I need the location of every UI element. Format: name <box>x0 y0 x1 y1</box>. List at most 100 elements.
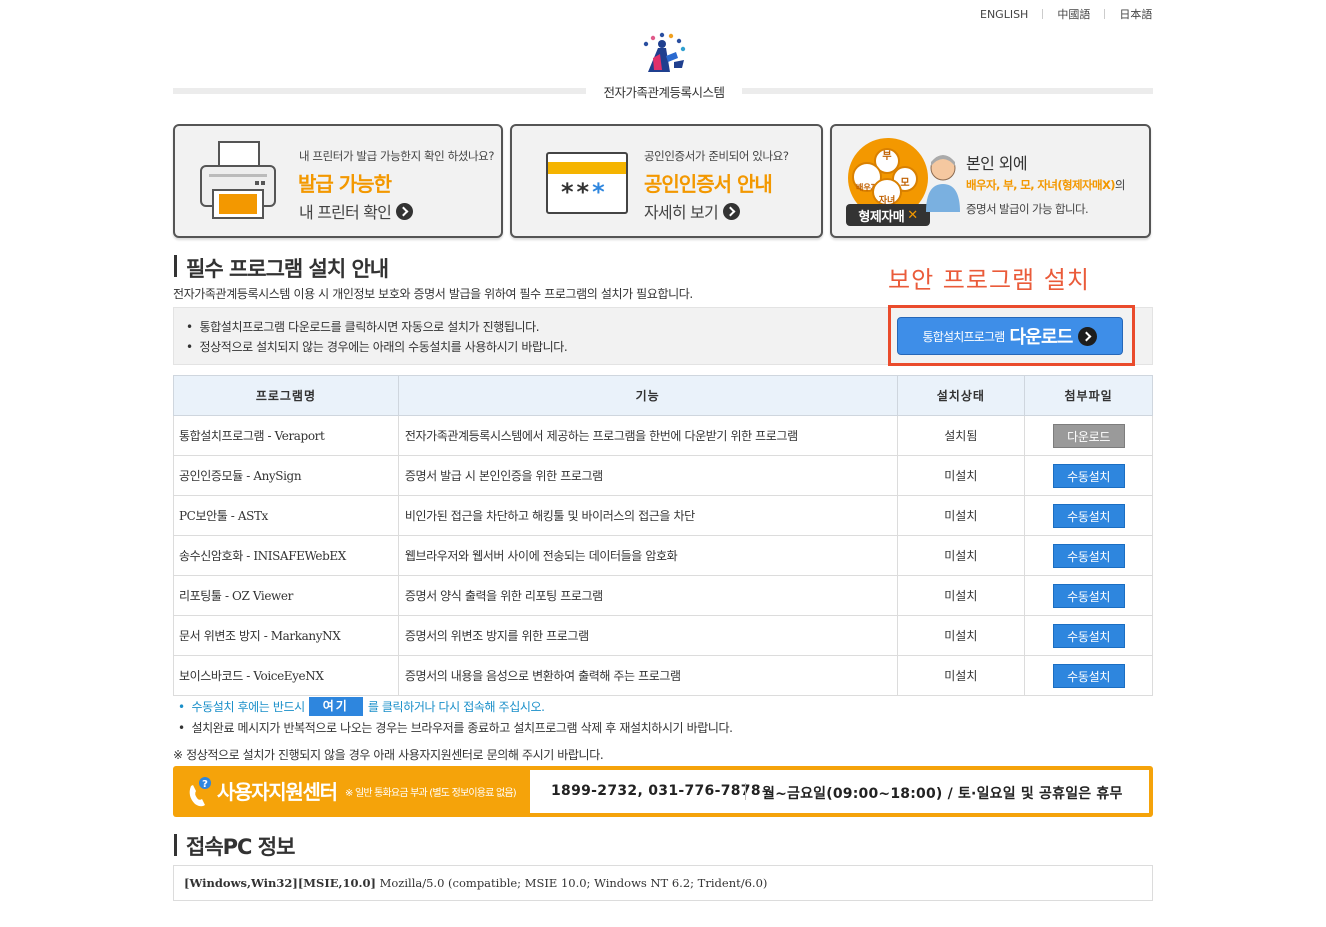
program-name: 공인인증모듈 - AnySign <box>173 455 399 496</box>
lang-english-link[interactable]: ENGLISH <box>980 8 1028 21</box>
bullet: • <box>186 340 193 354</box>
notice-item: • 통합설치프로그램 다운로드를 클릭하시면 자동으로 설치가 진행됩니다. <box>186 318 540 335</box>
certificate-detail-link[interactable]: 자세히 보기 <box>644 199 740 223</box>
install-status: 미설치 <box>896 655 1026 696</box>
family-line1: 본인 외에 <box>966 154 1028 173</box>
printer-question: 내 프린터가 발급 가능한지 확인 하셨나요? <box>299 149 495 163</box>
download-button-small-label: 통합설치프로그램 <box>922 329 1006 344</box>
program-function: 웹브라우저와 웹서버 사이에 전송되는 데이터들을 암호화 <box>397 535 898 576</box>
install-status: 미설치 <box>896 575 1026 616</box>
sibling-badge-label: 형제자매 <box>858 209 905 225</box>
table-row: PC보안툴 - ASTx 비인가된 접근을 차단하고 해킹툴 및 바이러스의 접… <box>173 495 1153 536</box>
child-bubble: 자녀 <box>872 178 902 206</box>
card-stars: *** <box>561 178 608 206</box>
attachment-cell: 다운로드 <box>1024 415 1153 456</box>
table-header-row: 프로그램명 기능 설치상태 첨부파일 <box>173 375 1153 416</box>
manual-install-note: • 수동설치 후에는 반드시 여기 를 클릭하거나 다시 접속해 주십시오. <box>178 697 545 716</box>
manual-install-button[interactable]: 수동설치 <box>1052 623 1125 648</box>
bullet: • <box>178 721 185 735</box>
manual-install-button[interactable]: 수동설치 <box>1052 583 1125 608</box>
printer-check-box[interactable]: 내 프린터가 발급 가능한지 확인 하셨나요? 발급 가능한 내 프린터 확인 <box>173 124 503 238</box>
printer-check-link[interactable]: 내 프린터 확인 <box>299 199 414 223</box>
phone-icon: ? <box>189 777 211 807</box>
card-stripe <box>548 162 626 174</box>
notice-text: 정상적으로 설치되지 않는 경우에는 아래의 수동설치를 사용하시기 바랍니다. <box>199 340 568 354</box>
family-line3: 증명서 발급이 가능 합니다. <box>966 202 1089 216</box>
reinstall-note: • 설치완료 메시지가 반복적으로 나오는 경우는 브라우저를 종료하고 설치프… <box>178 719 733 736</box>
table-row: 공인인증모듈 - AnySign 증명서 발급 시 본인인증을 위한 프로그램 … <box>173 455 1153 496</box>
section-title-pc-info: 접속PC 정보 <box>186 835 295 859</box>
header-program-name: 프로그램명 <box>173 375 399 416</box>
here-button[interactable]: 여기 <box>308 697 363 716</box>
bullet: • <box>186 320 193 334</box>
header-install-status: 설치상태 <box>896 375 1026 416</box>
manual-install-button[interactable]: 수동설치 <box>1052 503 1125 528</box>
security-program-label: 보안 프로그램 설치 <box>888 266 1090 294</box>
note-suffix: 를 클릭하거나 다시 접속해 주십시오. <box>367 700 545 714</box>
pc-info-platform: [Windows,Win32][MSIE,10.0] <box>184 876 376 890</box>
install-status: 미설치 <box>896 535 1026 576</box>
arrow-right-icon <box>1078 326 1098 346</box>
printer-headline: 발급 가능한 <box>298 172 392 196</box>
pc-info-useragent: Mozilla/5.0 (compatible; MSIE 10.0; Wind… <box>375 876 768 890</box>
sibling-excluded-badge: 형제자매 ✕ <box>846 204 930 226</box>
install-status: 미설치 <box>896 455 1026 496</box>
site-title: 전자가족관계등록시스템 <box>586 82 742 101</box>
site-logo-icon[interactable] <box>636 32 692 78</box>
printer-check-label: 내 프린터 확인 <box>299 203 392 222</box>
family-highlight: 배우자, 부, 모, 자녀(형제자매X) <box>966 178 1115 192</box>
manual-install-button[interactable]: 수동설치 <box>1052 463 1125 488</box>
section-title-install: 필수 프로그램 설치 안내 <box>186 257 389 281</box>
x-mark-icon: ✕ <box>907 207 918 223</box>
svg-text:?: ? <box>202 779 208 790</box>
install-description: 전자가족관계등록시스템 이용 시 개인정보 보호와 증명서 발급을 위하여 필수… <box>173 287 693 301</box>
download-button-large-label: 다운로드 <box>1009 327 1073 348</box>
attachment-cell: 수동설치 <box>1024 455 1153 496</box>
notice-text: 통합설치프로그램 다운로드를 클릭하시면 자동으로 설치가 진행됩니다. <box>199 320 540 334</box>
program-name: 송수신암호화 - INISAFEWebEX <box>173 535 399 576</box>
certificate-detail-label: 자세히 보기 <box>644 203 719 222</box>
program-name: 보이스바코드 - VoiceEyeNX <box>173 655 399 696</box>
table-row: 리포팅툴 - OZ Viewer 증명서 양식 출력을 위한 리포팅 프로그램 … <box>173 575 1153 616</box>
lang-chinese-link[interactable]: 中國語 <box>1057 6 1090 22</box>
printer-icon <box>200 141 276 219</box>
program-function: 비인가된 접근을 차단하고 해킹툴 및 바이러스의 접근을 차단 <box>397 495 898 536</box>
family-suffix: 의 <box>1114 178 1126 192</box>
install-status: 미설치 <box>896 615 1026 656</box>
support-hours: 월~금요일(09:00~18:00) / 토·일요일 및 공휴일은 휴무 <box>762 786 1123 802</box>
certificate-card-icon: *** <box>546 152 628 214</box>
manual-install-button[interactable]: 수동설치 <box>1052 543 1125 568</box>
integrated-download-button[interactable]: 통합설치프로그램 다운로드 <box>897 317 1123 355</box>
table-row: 문서 위변조 방지 - MarkanyNX 증명서의 위변조 방지를 위한 프로… <box>173 615 1153 656</box>
program-name: 리포팅툴 - OZ Viewer <box>173 575 399 616</box>
family-info-box[interactable]: 부 모 배우자 자녀 형제자매 ✕ 본인 외에 배우자, 부, 모, 자녀(형제… <box>830 124 1151 238</box>
lang-divider <box>1042 9 1044 19</box>
lang-divider <box>1104 9 1106 19</box>
certificate-guide-box[interactable]: *** 공인인증서가 준비되어 있나요? 공인인증서 안내 자세히 보기 <box>510 124 823 238</box>
arrow-right-icon <box>396 202 414 220</box>
attachment-cell: 수동설치 <box>1024 615 1153 656</box>
attachment-cell: 수동설치 <box>1024 535 1153 576</box>
program-function: 증명서 양식 출력을 위한 리포팅 프로그램 <box>397 575 898 616</box>
attachment-cell: 수동설치 <box>1024 655 1153 696</box>
program-function: 증명서의 내용을 음성으로 변환하여 출력해 주는 프로그램 <box>397 655 898 696</box>
support-contact-note: ※ 정상적으로 설치가 진행되지 않을 경우 아래 사용자지원센터로 문의해 주… <box>173 748 604 762</box>
install-status: 설치됨 <box>896 415 1026 456</box>
attachment-cell: 수동설치 <box>1024 495 1153 536</box>
program-name: 문서 위변조 방지 - MarkanyNX <box>173 615 399 656</box>
support-center-title: 사용자지원센터 <box>217 780 338 804</box>
arrow-right-icon <box>722 202 740 220</box>
lang-japanese-link[interactable]: 日本語 <box>1119 6 1152 22</box>
program-table: 프로그램명 기능 설치상태 첨부파일 통합설치프로그램 - Veraport 전… <box>173 375 1153 696</box>
install-status: 미설치 <box>896 495 1026 536</box>
program-name: 통합설치프로그램 - Veraport <box>173 415 399 456</box>
manual-install-button[interactable]: 수동설치 <box>1052 663 1125 688</box>
support-center-fee-note: ※ 일반 통화요금 부과 (별도 정보이용료 없음) <box>345 788 517 799</box>
notice-item: • 정상적으로 설치되지 않는 경우에는 아래의 수동설치를 사용하시기 바랍니… <box>186 338 568 355</box>
note-prefix: 수동설치 후에는 반드시 <box>191 700 306 714</box>
support-phone: 1899-2732, 031-776-7878 <box>551 783 761 799</box>
person-icon <box>926 155 960 212</box>
download-button[interactable]: 다운로드 <box>1052 423 1125 448</box>
header-attachment: 첨부파일 <box>1024 375 1153 416</box>
attachment-cell: 수동설치 <box>1024 575 1153 616</box>
